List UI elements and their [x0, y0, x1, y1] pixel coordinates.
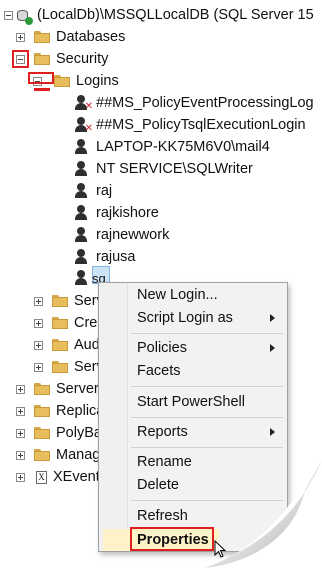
login-label: rajusa [96, 249, 136, 265]
folder-icon [52, 339, 68, 351]
folder-icon [52, 317, 68, 329]
logins-label: Logins [76, 73, 119, 89]
menu-item-start-powershell[interactable]: Start PowerShell [137, 392, 245, 412]
highlight-underline [34, 88, 50, 91]
tree-node-server-child[interactable]: X XEvent [16, 466, 100, 488]
disabled-login-icon: ✕ [74, 95, 93, 112]
expand-toggle-icon[interactable] [16, 33, 25, 42]
folder-icon [34, 383, 50, 395]
login-icon [74, 249, 88, 265]
login-label: ##MS_PolicyEventProcessingLog [96, 95, 314, 111]
node-label: Server [56, 381, 99, 397]
highlight-box [28, 72, 54, 84]
node-label: PolyBa [56, 425, 102, 441]
menu-item-script-login-as[interactable]: Script Login as [137, 308, 233, 328]
login-icon [74, 270, 88, 286]
server-label: (LocalDb)\MSSQLLocalDB (SQL Server 15 [37, 7, 314, 23]
submenu-arrow-icon [270, 344, 275, 352]
login-icon [74, 227, 88, 243]
expand-toggle-icon[interactable] [16, 385, 25, 394]
expand-toggle-icon[interactable] [34, 297, 43, 306]
login-label: rajkishore [96, 205, 159, 221]
highlight-box [12, 50, 29, 68]
folder-icon [52, 361, 68, 373]
login-icon [74, 183, 88, 199]
login-item[interactable]: raj [74, 180, 112, 202]
folder-icon [34, 31, 50, 43]
menu-separator [131, 417, 283, 418]
tree-node-server[interactable]: (LocalDb)\MSSQLLocalDB (SQL Server 15 [4, 4, 314, 26]
login-item[interactable]: rajnewwork [74, 224, 169, 246]
expand-toggle-icon[interactable] [34, 341, 43, 350]
expand-toggle-icon[interactable] [16, 429, 25, 438]
login-label: ##MS_PolicyTsqlExecutionLogin [96, 117, 306, 133]
menu-item-facets[interactable]: Facets [137, 361, 181, 381]
tree-node-server-child[interactable]: Server [16, 378, 99, 400]
tree-node-server-child[interactable]: Manag [16, 444, 100, 466]
disabled-login-icon: ✕ [74, 117, 93, 134]
tree-node-server-child[interactable]: Replica [16, 400, 104, 422]
node-label: Aud [74, 337, 100, 353]
folder-icon [34, 449, 50, 461]
login-label: raj [96, 183, 113, 199]
folder-icon [34, 405, 50, 417]
object-explorer-screenshot: (LocalDb)\MSSQLLocalDB (SQL Server 15 Da… [0, 0, 322, 571]
security-label: Security [56, 51, 109, 67]
menu-item-rename[interactable]: Rename [137, 452, 192, 472]
folder-icon [52, 295, 68, 307]
login-label: NT SERVICE\SQLWriter [96, 161, 253, 177]
menu-icon-column [99, 283, 128, 551]
login-item[interactable]: rajkishore [74, 202, 159, 224]
expand-toggle-icon[interactable] [16, 407, 25, 416]
login-label: rajnewwork [96, 227, 170, 243]
collapse-toggle-icon[interactable] [4, 11, 13, 20]
menu-separator [131, 447, 283, 448]
expand-toggle-icon[interactable] [16, 451, 25, 460]
login-item[interactable]: ✕ ##MS_PolicyEventProcessingLog [74, 92, 314, 114]
folder-icon [54, 75, 70, 87]
submenu-arrow-icon [270, 314, 275, 322]
page-curl-decoration [195, 450, 322, 571]
tree-node-security-child[interactable]: Serv [34, 356, 104, 378]
menu-separator [131, 333, 283, 334]
login-item[interactable]: NT SERVICE\SQLWriter [74, 158, 253, 180]
databases-label: Databases [56, 29, 126, 45]
tree-node-security-child[interactable]: Serv [34, 290, 104, 312]
menu-item-delete[interactable]: Delete [137, 475, 179, 495]
login-item[interactable]: LAPTOP-KK75M6V0\mail4 [74, 136, 270, 158]
node-label: XEvent [53, 469, 100, 485]
xevent-icon: X [36, 470, 47, 484]
folder-icon [34, 53, 50, 65]
menu-item-refresh[interactable]: Refresh [137, 506, 188, 526]
database-server-icon [17, 8, 33, 25]
tree-node-security-child[interactable]: Cred [34, 312, 105, 334]
tree-node-security-child[interactable]: Aud [34, 334, 100, 356]
tree-node-security[interactable]: Security [16, 48, 108, 70]
login-item[interactable]: rajusa [74, 246, 136, 268]
login-icon [74, 139, 88, 155]
menu-separator [131, 386, 283, 387]
tree-node-server-child[interactable]: PolyBa [16, 422, 102, 444]
expand-toggle-icon[interactable] [34, 363, 43, 372]
node-label: Manag [56, 447, 101, 463]
tree-node-databases[interactable]: Databases [16, 26, 125, 48]
menu-item-new-login[interactable]: New Login... [137, 285, 218, 305]
login-label: LAPTOP-KK75M6V0\mail4 [96, 139, 270, 155]
login-item[interactable]: ✕ ##MS_PolicyTsqlExecutionLogin [74, 114, 306, 136]
expand-toggle-icon[interactable] [16, 473, 25, 482]
submenu-arrow-icon [270, 428, 275, 436]
folder-icon [34, 427, 50, 439]
menu-item-policies[interactable]: Policies [137, 338, 187, 358]
login-icon [74, 205, 88, 221]
menu-item-reports[interactable]: Reports [137, 422, 188, 442]
login-icon [74, 161, 88, 177]
expand-toggle-icon[interactable] [34, 319, 43, 328]
